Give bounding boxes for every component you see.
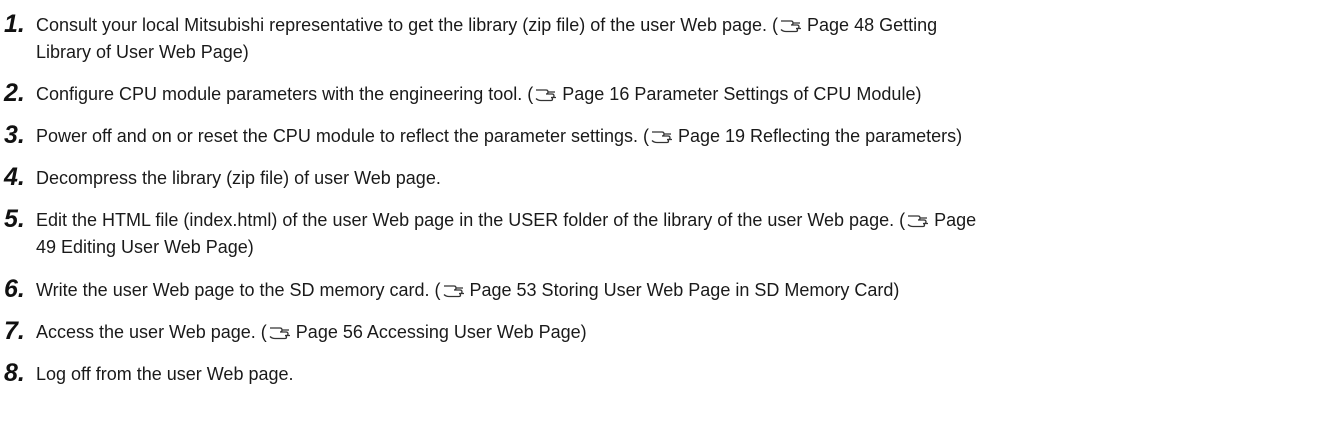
- reference-link[interactable]: Page 56 Accessing User Web Page: [296, 322, 581, 342]
- step-number: 1.: [4, 10, 25, 38]
- reference-link[interactable]: Page 19 Reflecting the parameters: [678, 126, 956, 146]
- reference-hand-icon: [269, 323, 291, 341]
- step-description: Consult your local Mitsubishi representa…: [36, 15, 779, 35]
- step-text: Edit the HTML file (index.html) of the u…: [36, 207, 1332, 261]
- step-text: Access the user Web page. ( Page 56 Acces…: [36, 319, 1332, 346]
- close-paren: ): [915, 84, 922, 104]
- reference-link[interactable]: 49 Editing User Web Page: [36, 237, 248, 257]
- step-description: Log off from the user Web page.: [36, 364, 294, 384]
- reference-link[interactable]: Page: [934, 210, 976, 230]
- step-description: Configure CPU module parameters with the…: [36, 84, 534, 104]
- reference-hand-icon: [443, 281, 465, 299]
- reference-link[interactable]: Page 16 Parameter Settings of CPU Module: [562, 84, 915, 104]
- step-description: Edit the HTML file (index.html) of the u…: [36, 210, 906, 230]
- step-number: 8.: [4, 359, 25, 387]
- close-paren: ): [956, 126, 963, 146]
- step-number: 3.: [4, 121, 25, 149]
- reference-hand-icon: [535, 85, 557, 103]
- step-description: Write the user Web page to the SD memory…: [36, 280, 441, 300]
- step-number: 5.: [4, 205, 25, 233]
- close-paren: ): [580, 322, 587, 342]
- step-number: 7.: [4, 317, 25, 345]
- close-paren: ): [893, 280, 900, 300]
- step-text: Decompress the library (zip file) of use…: [36, 165, 1332, 192]
- reference-hand-icon: [651, 127, 673, 145]
- step-number: 2.: [4, 79, 25, 107]
- close-paren: ): [242, 42, 249, 62]
- reference-hand-icon: [780, 16, 802, 34]
- reference-link[interactable]: Library of User Web Page: [36, 42, 243, 62]
- close-paren: ): [247, 237, 254, 257]
- step-description: Power off and on or reset the CPU module…: [36, 126, 649, 146]
- reference-link[interactable]: Page 48 Getting: [807, 15, 937, 35]
- step-text: Configure CPU module parameters with the…: [36, 81, 1332, 108]
- step-description: Decompress the library (zip file) of use…: [36, 168, 441, 188]
- step-description: Access the user Web page. (: [36, 322, 267, 342]
- step-text: Power off and on or reset the CPU module…: [36, 123, 1332, 150]
- reference-hand-icon: [907, 211, 929, 229]
- step-text: Consult your local Mitsubishi representa…: [36, 12, 1332, 66]
- step-text: Write the user Web page to the SD memory…: [36, 277, 1332, 304]
- reference-link[interactable]: Page 53 Storing User Web Page in SD Memo…: [470, 280, 894, 300]
- step-number: 4.: [4, 163, 25, 191]
- step-text: Log off from the user Web page.: [36, 361, 1332, 388]
- step-number: 6.: [4, 275, 25, 303]
